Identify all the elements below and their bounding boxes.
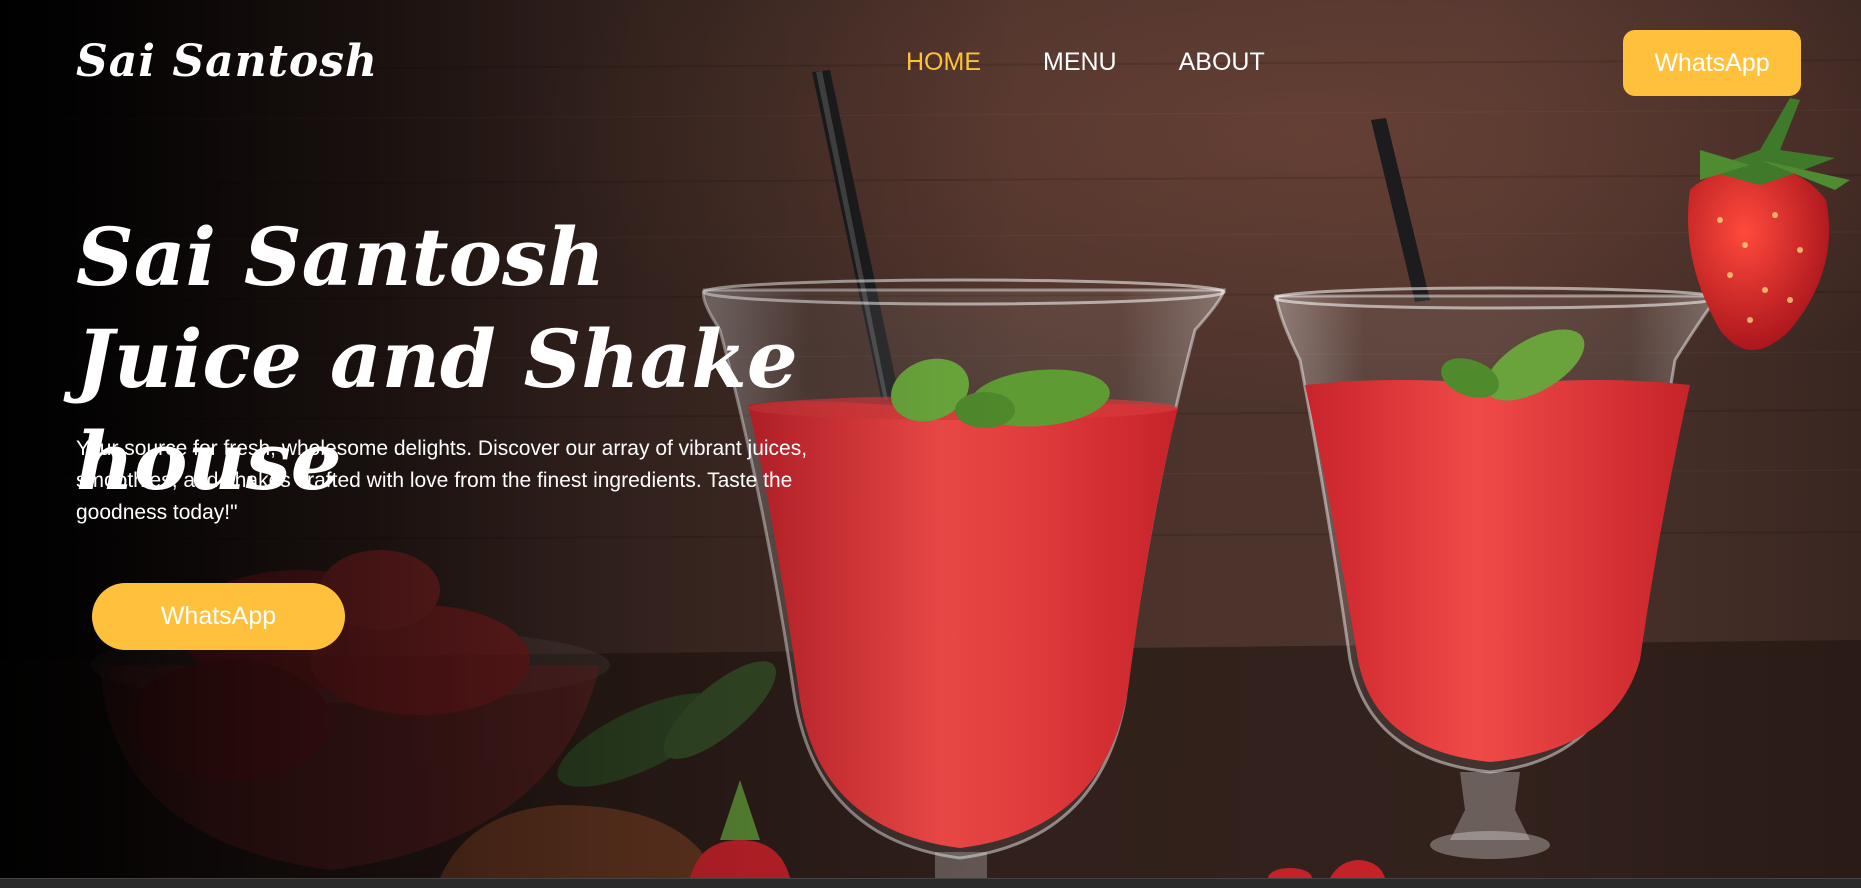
main-nav: HOME MENU ABOUT <box>906 48 1265 77</box>
nav-link-about[interactable]: ABOUT <box>1179 48 1265 77</box>
hero-description: Your source for fresh, wholesome delight… <box>76 437 808 524</box>
whatsapp-hero-button[interactable]: WhatsApp <box>92 583 345 650</box>
nav-link-home[interactable]: HOME <box>906 48 981 77</box>
whatsapp-nav-button[interactable]: WhatsApp <box>1623 30 1801 96</box>
nav-link-menu[interactable]: MENU <box>1043 48 1117 77</box>
browser-bottom-strip <box>0 878 1861 888</box>
brand-logo[interactable]: Sai Santosh <box>76 36 378 87</box>
